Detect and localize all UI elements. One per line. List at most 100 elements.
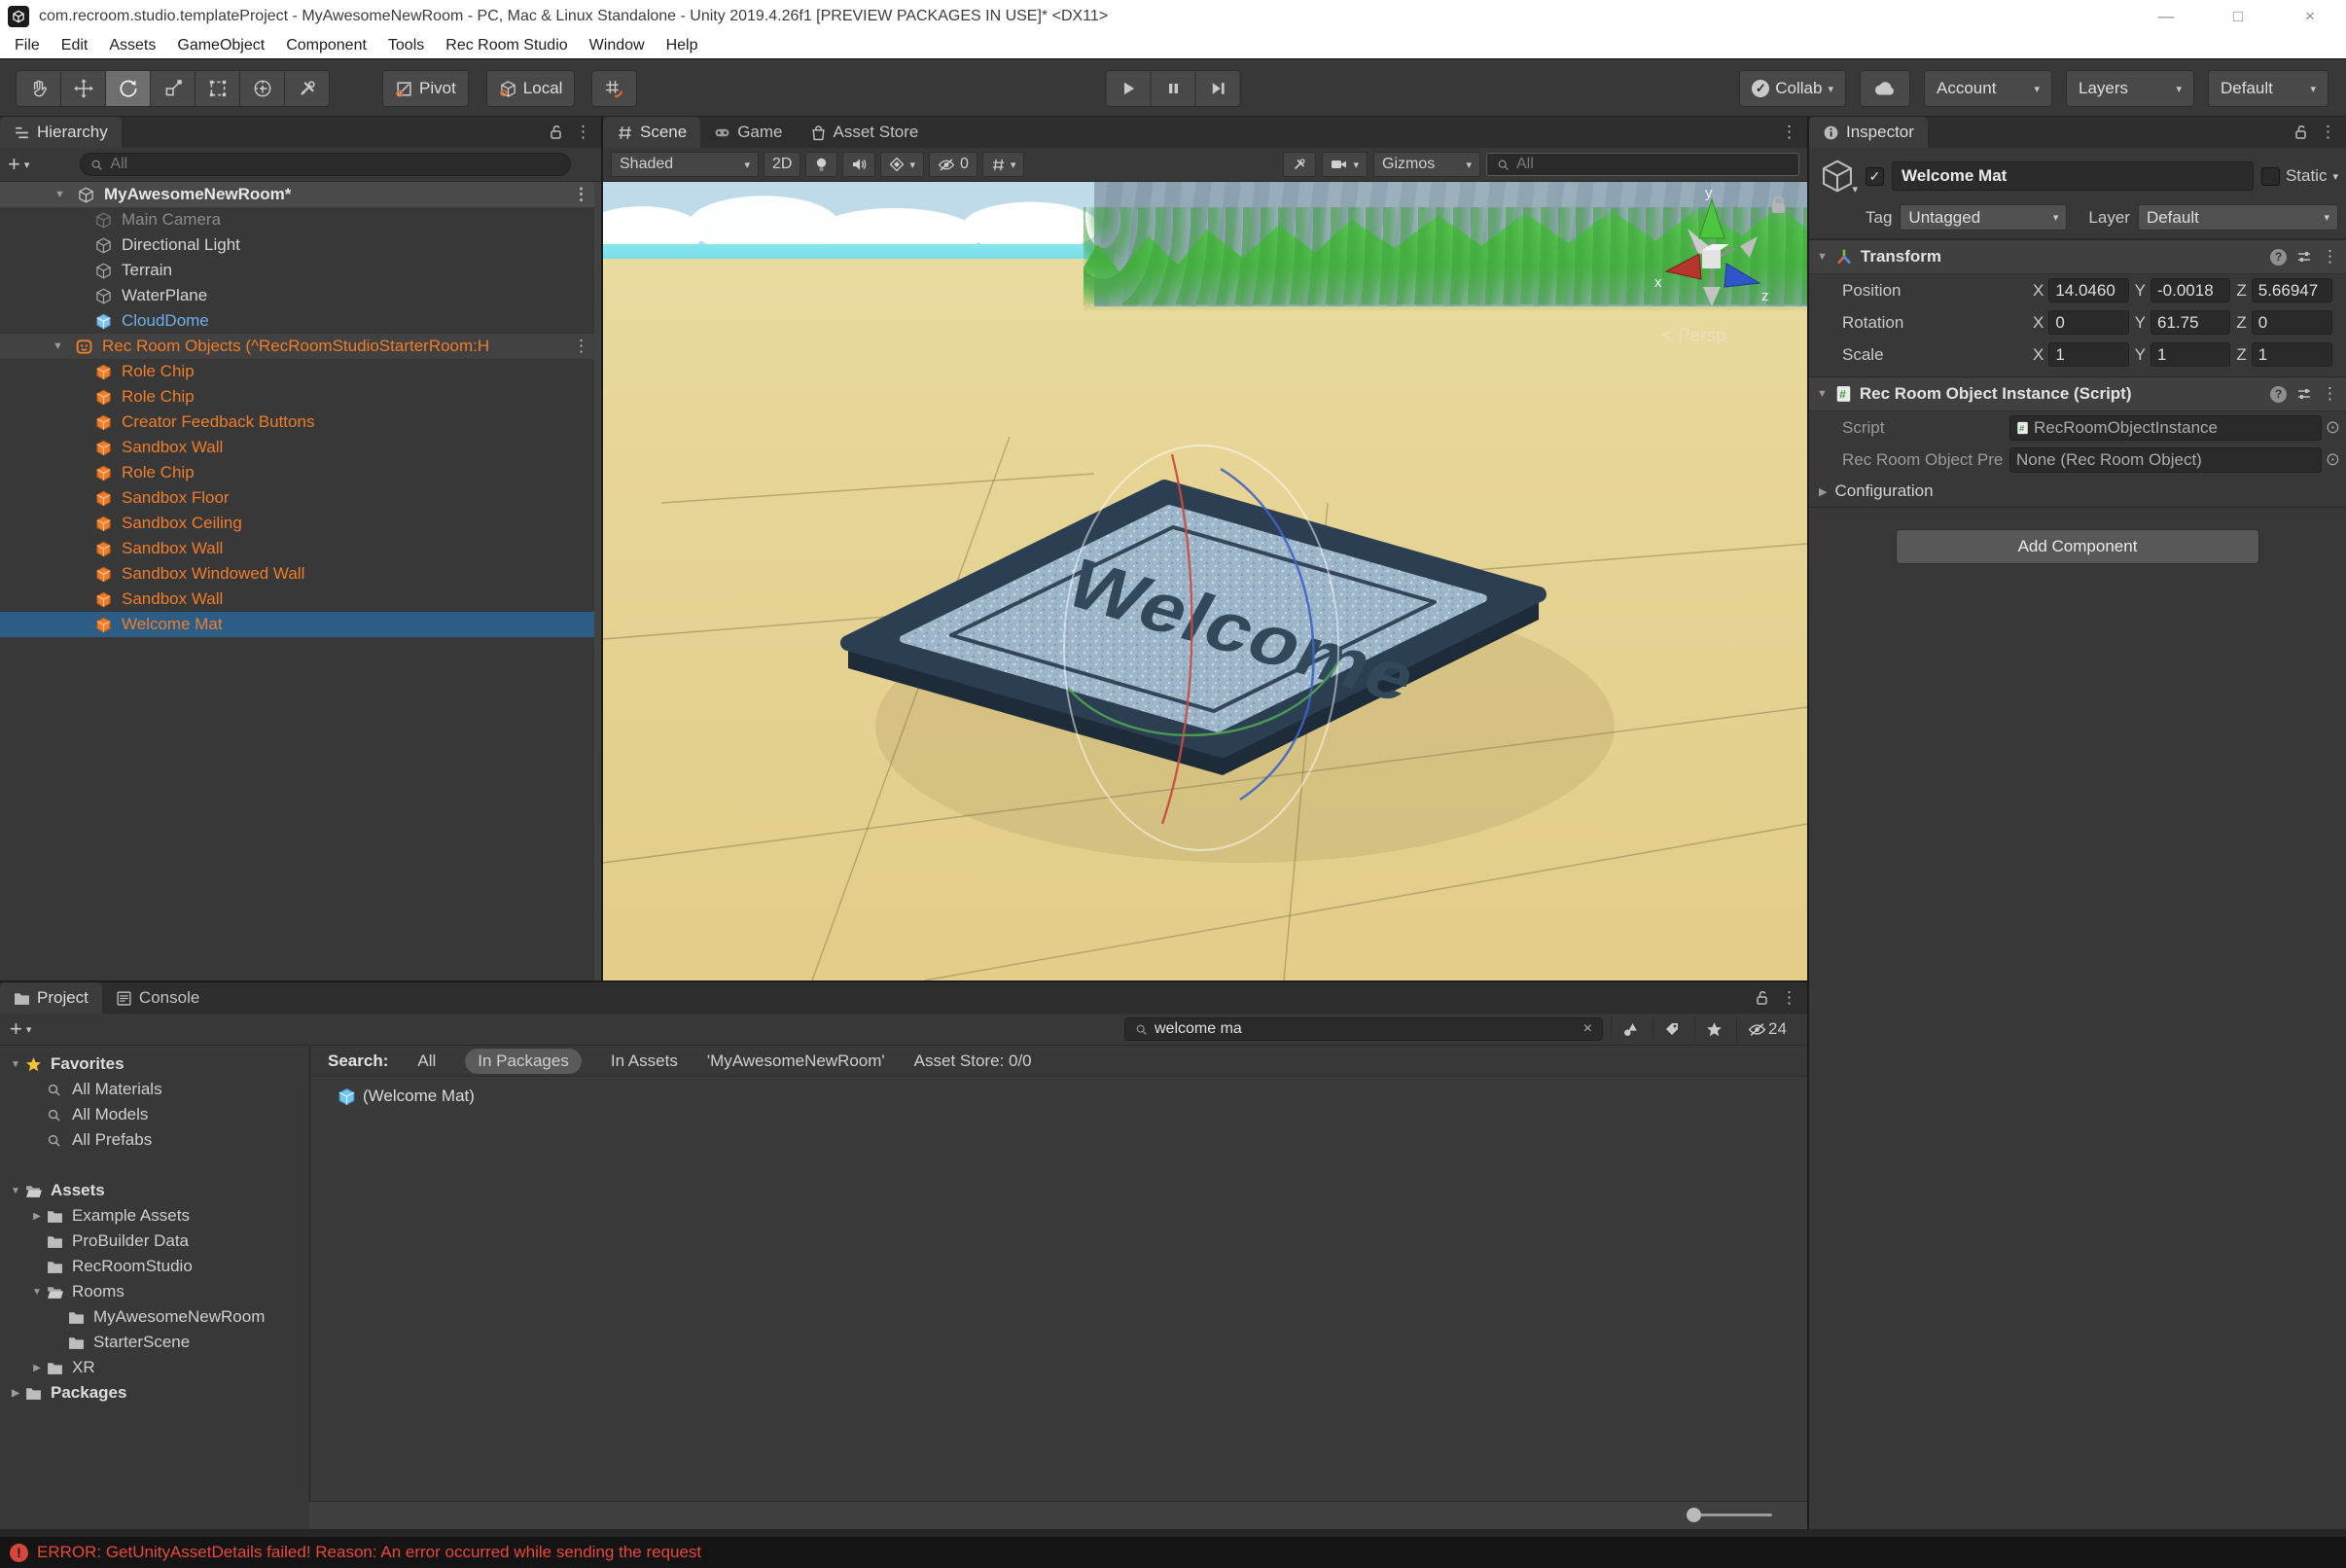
rotation-y-field[interactable]: 61.75 (2150, 310, 2230, 335)
step-button[interactable] (1195, 70, 1241, 107)
menu-edit[interactable]: Edit (51, 37, 99, 54)
project-tree-item[interactable]: RecRoomStudio (0, 1254, 309, 1279)
hierarchy-item[interactable]: Sandbox Wall (0, 587, 601, 612)
lighting-toggle-button[interactable] (805, 152, 837, 177)
create-asset-button[interactable]: +▾ (10, 1019, 31, 1039)
project-tree-item[interactable]: ▶XR (0, 1355, 309, 1380)
close-button[interactable]: × (2274, 0, 2346, 33)
hand-tool-button[interactable] (16, 70, 61, 107)
clear-search-icon[interactable]: × (1583, 1020, 1592, 1038)
collab-button[interactable]: ✓ Collab ▾ (1739, 70, 1846, 107)
script-field[interactable]: # RecRoomObjectInstance (2009, 415, 2322, 441)
hierarchy-item[interactable]: Role Chip (0, 460, 601, 485)
project-tree-item[interactable]: ProBuilder Data (0, 1229, 309, 1254)
account-dropdown[interactable]: Account ▾ (1924, 70, 2052, 107)
rotation-z-field[interactable]: 0 (2252, 310, 2332, 335)
object-name-field[interactable]: Welcome Mat (1892, 161, 2254, 191)
lock-icon[interactable] (549, 125, 563, 140)
minimize-button[interactable]: — (2130, 0, 2202, 33)
transform-tool-button[interactable] (239, 70, 285, 107)
position-z-field[interactable]: 5.66947 (2252, 278, 2332, 303)
object-picker-icon[interactable]: ⊙ (2326, 449, 2340, 470)
label-filter-icon[interactable] (1653, 1016, 1690, 1042)
add-component-button[interactable]: Add Component (1896, 529, 2259, 564)
search-result-item[interactable]: (Welcome Mat) (310, 1077, 1807, 1106)
position-y-field[interactable]: -0.0018 (2150, 278, 2230, 303)
hierarchy-item[interactable]: ▼Rec Room Objects (^RecRoomStudioStarter… (0, 334, 601, 359)
kebab-menu-icon[interactable]: ⋮ (573, 337, 589, 356)
lock-icon[interactable] (1755, 990, 1769, 1006)
hierarchy-item[interactable]: Main Camera (0, 207, 601, 232)
search-filter-chip[interactable]: 'MyAwesomeNewRoom' (707, 1051, 885, 1071)
project-tree-item[interactable]: MyAwesomeNewRoom (0, 1304, 309, 1330)
rec-room-object-field[interactable]: None (Rec Room Object) (2009, 447, 2322, 473)
rotation-x-field[interactable]: 0 (2048, 310, 2128, 335)
search-filter-chip[interactable]: Asset Store: 0/0 (914, 1051, 1032, 1071)
kebab-menu-icon[interactable]: ⋮ (2322, 384, 2338, 404)
hierarchy-item[interactable]: Sandbox Wall (0, 536, 601, 561)
tab-scene[interactable]: Scene (603, 117, 700, 148)
scale-y-field[interactable]: 1 (2150, 342, 2230, 367)
play-button[interactable] (1106, 70, 1152, 107)
tab-console[interactable]: Console (102, 982, 213, 1014)
status-bar[interactable]: ! ERROR: GetUnityAssetDetails failed! Re… (0, 1537, 2346, 1568)
kebab-menu-icon[interactable]: ⋮ (575, 123, 591, 142)
gameobject-cube-icon[interactable]: ▾ (1817, 157, 1858, 196)
expander-icon[interactable]: ▶ (27, 1211, 47, 1222)
tab-hierarchy[interactable]: Hierarchy (0, 117, 122, 148)
hierarchy-item[interactable]: Role Chip (0, 359, 601, 384)
hidden-count-button[interactable]: 24 (1736, 1016, 1797, 1042)
expander-icon[interactable]: ▼ (6, 1059, 25, 1070)
hierarchy-item[interactable]: Sandbox Wall (0, 435, 601, 460)
tab-asset-store[interactable]: Asset Store (797, 117, 933, 148)
maximize-button[interactable]: □ (2202, 0, 2274, 33)
hierarchy-item[interactable]: Role Chip (0, 384, 601, 410)
hierarchy-scene-row[interactable]: ▼ MyAwesomeNewRoom* ⋮ (0, 182, 601, 207)
search-filter-chip[interactable]: In Assets (611, 1051, 678, 1071)
kebab-menu-icon[interactable]: ⋮ (1781, 988, 1797, 1008)
search-filter-chip[interactable]: In Packages (465, 1049, 582, 1074)
hierarchy-scrollbar[interactable] (594, 182, 601, 980)
menu-window[interactable]: Window (579, 37, 656, 54)
pivot-toggle-button[interactable]: Pivot (382, 70, 469, 107)
2d-toggle-button[interactable]: 2D (764, 152, 800, 177)
kebab-menu-icon[interactable]: ⋮ (2320, 123, 2336, 142)
expander-icon[interactable]: ▼ (53, 340, 63, 352)
shading-mode-dropdown[interactable]: Shaded ▾ (611, 152, 759, 177)
cloud-button[interactable] (1860, 70, 1910, 107)
menu-file[interactable]: File (4, 37, 51, 54)
active-checkbox[interactable]: ✓ (1866, 167, 1884, 186)
expander-icon[interactable]: ▼ (1817, 251, 1828, 263)
scene-visibility-button[interactable]: 0 (929, 152, 978, 177)
object-picker-icon[interactable]: ⊙ (2326, 417, 2340, 438)
hierarchy-item[interactable]: Welcome Mat (0, 612, 601, 637)
thumbnail-zoom-slider[interactable] (1688, 1514, 1772, 1516)
project-tree-item[interactable]: All Models (0, 1102, 309, 1127)
orientation-gizmo[interactable]: y x z (1649, 188, 1775, 324)
layout-dropdown[interactable]: Default ▾ (2208, 70, 2328, 107)
effects-dropdown[interactable]: ▾ (880, 152, 924, 177)
custom-tool-button[interactable] (284, 70, 330, 107)
move-tool-button[interactable] (60, 70, 106, 107)
layers-dropdown[interactable]: Layers ▾ (2066, 70, 2194, 107)
hierarchy-item[interactable]: Creator Feedback Buttons (0, 410, 601, 435)
gizmos-dropdown[interactable]: Gizmos ▾ (1373, 152, 1480, 177)
transform-component-header[interactable]: ▼ Transform ? ⋮ (1809, 239, 2346, 274)
expander-icon[interactable]: ▼ (6, 1186, 25, 1196)
layer-dropdown[interactable]: Default▾ (2138, 204, 2338, 231)
project-tree-item[interactable]: All Prefabs (0, 1127, 309, 1153)
search-filter-chip[interactable]: All (417, 1051, 436, 1071)
rro-component-header[interactable]: ▼ # Rec Room Object Instance (Script) ? … (1809, 376, 2346, 411)
favorites-star-icon[interactable] (1694, 1016, 1732, 1042)
hierarchy-item[interactable]: CloudDome (0, 308, 601, 334)
hierarchy-item[interactable]: WaterPlane (0, 283, 601, 308)
hierarchy-item[interactable]: Sandbox Ceiling (0, 511, 601, 536)
project-tree-item[interactable]: ▼Favorites (0, 1051, 309, 1077)
hierarchy-item[interactable]: Terrain (0, 258, 601, 283)
menu-help[interactable]: Help (656, 37, 709, 54)
scale-x-field[interactable]: 1 (2048, 342, 2128, 367)
persp-toggle[interactable]: < Persp (1661, 326, 1726, 347)
local-toggle-button[interactable]: Local (486, 70, 576, 107)
help-icon[interactable]: ? (2270, 386, 2287, 403)
kebab-menu-icon[interactable]: ⋮ (2322, 247, 2338, 267)
